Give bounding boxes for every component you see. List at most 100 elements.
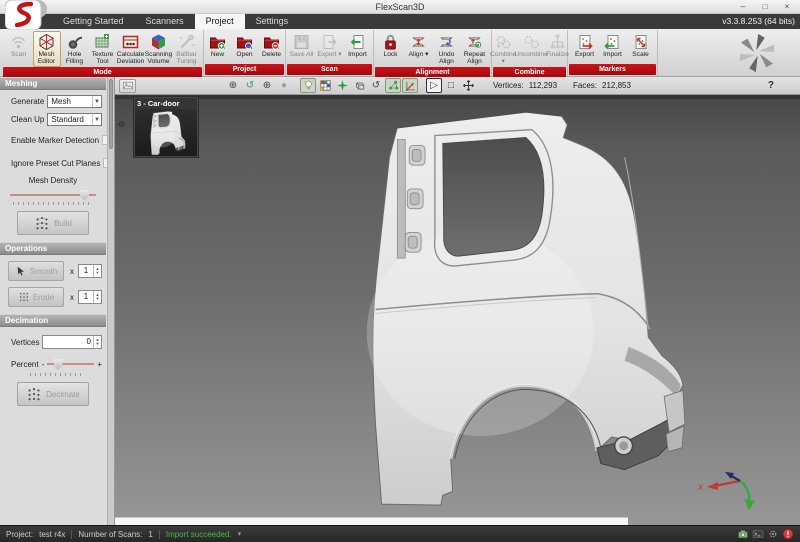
texture-tool-button[interactable]: Texture Tool [89, 31, 117, 67]
align-button[interactable]: Align ▾ [405, 31, 433, 67]
center-view-button[interactable]: ⊕ [225, 78, 241, 93]
ribbon-button-label: Delete [262, 51, 281, 58]
import-button[interactable]: Import [599, 31, 627, 64]
smooth-count-spinner[interactable]: 1▲▼ [78, 264, 102, 278]
cleanup-value: Standard [51, 115, 83, 124]
mesh-stats: Vertices: 112,293 Faces: 212,853 [493, 81, 631, 90]
tab-scanners[interactable]: Scanners [135, 14, 195, 29]
ballbar-tuning-button[interactable]: Ballbar Tuning [173, 31, 201, 67]
delete-button[interactable]: Delete [258, 31, 285, 64]
decimate-button[interactable]: Decimate [17, 382, 89, 406]
tab-settings[interactable]: Settings [245, 14, 300, 29]
repeat-align-button[interactable]: Repeat Align [461, 31, 489, 67]
combine-button[interactable]: Combine ▾ [489, 31, 517, 67]
chevron-down-icon: ▼ [92, 96, 101, 107]
viewport-3d[interactable]: -⊕ 3 - Car-door x [115, 95, 800, 525]
show-axes-button[interactable] [402, 78, 418, 93]
spinner-arrows-icon[interactable]: ▲▼ [93, 291, 101, 303]
lock-button[interactable]: Lock [377, 31, 405, 67]
show-vertices-button[interactable] [385, 78, 401, 93]
stop-button[interactable]: □ [443, 78, 459, 93]
open-button[interactable]: Open [231, 31, 258, 64]
undo-align-button[interactable]: Undo Align [433, 31, 461, 67]
play-button[interactable]: ▷ [426, 78, 442, 93]
vertices-icon [387, 79, 400, 92]
scan-thumbnail[interactable]: 3 - Car-door [133, 96, 199, 158]
finalize-button[interactable]: Finalize [545, 31, 570, 67]
tab-project[interactable]: Project [195, 14, 245, 29]
cut-planes-label: Ignore Preset Cut Planes [11, 159, 100, 168]
minimize-button[interactable]: – [732, 0, 754, 13]
hole-filling-icon [65, 33, 84, 51]
export-button[interactable]: Export [571, 31, 599, 64]
message-dropdown-icon[interactable]: ▾ [238, 530, 242, 538]
settings-gear-icon[interactable] [767, 528, 779, 540]
console-icon[interactable] [752, 528, 764, 540]
operation-label: Smooth [30, 267, 58, 276]
refresh-view-button[interactable]: ↺ [242, 78, 258, 93]
percent-handle[interactable] [54, 359, 63, 370]
repeat-align-icon [465, 33, 484, 51]
build-button[interactable]: Build [17, 211, 89, 235]
erode-count-spinner[interactable]: 1▲▼ [78, 290, 102, 304]
smooth-button[interactable]: Smooth [8, 261, 64, 281]
ribbon-button-label: Calculate Deviation [117, 51, 145, 66]
cube-icon [353, 79, 366, 92]
mesh-quality-button[interactable] [334, 78, 350, 93]
panel-scrollbar[interactable] [107, 77, 114, 525]
generate-select[interactable]: Mesh ▼ [47, 95, 102, 108]
maximize-button[interactable]: □ [754, 0, 776, 13]
rotate-view-button[interactable]: ↺ [368, 78, 384, 93]
calculate-deviation-button[interactable]: Calculate Deviation [117, 31, 145, 67]
spinner-arrows-icon[interactable]: ▲▼ [93, 265, 101, 277]
marker-scale-icon [631, 33, 650, 51]
error-icon[interactable] [782, 528, 794, 540]
scale-button[interactable]: Scale [627, 31, 655, 64]
fit-view-button[interactable]: ⊕ [259, 78, 275, 93]
help-button[interactable]: ? [768, 80, 774, 91]
mesh-density-slider[interactable] [10, 194, 96, 196]
save-all-icon [292, 33, 311, 51]
tab-getting-started[interactable]: Getting Started [52, 14, 135, 29]
percent-plus-label: + [97, 360, 102, 369]
bounding-box-button[interactable] [351, 78, 367, 93]
percent-slider[interactable] [47, 363, 94, 365]
ribbon-group-mode: ScanMesh EditorHole FillingTexture ToolC… [2, 30, 204, 76]
ribbon-button-label: Uncombine [514, 51, 547, 58]
scrollbar-thumb[interactable] [109, 79, 113, 149]
build-label: Build [54, 219, 72, 228]
toggle-thumbnails-button[interactable] [119, 79, 136, 93]
vertices-value: 0 [43, 336, 93, 348]
uncombine-button[interactable]: Uncombine [517, 31, 545, 67]
cleanup-select[interactable]: Standard ▼ [47, 113, 102, 126]
scanner-status-icon[interactable] [737, 528, 749, 540]
scan-button[interactable]: Scan [5, 31, 33, 67]
light-toggle-button[interactable] [300, 78, 316, 93]
viewport-toolbar: ⊕↺⊕●↺▷□ Vertices: 112,293 Faces: 212,853… [115, 77, 800, 95]
ribbon-group-project: NewOpenDeleteProject [204, 30, 286, 76]
pan-icon [462, 79, 475, 92]
vertices-spinner[interactable]: 0 ▲▼ [42, 335, 102, 349]
hole-filling-button[interactable]: Hole Filling [61, 31, 89, 67]
car-door-model-3d[interactable] [330, 100, 690, 515]
times-label: x [70, 293, 74, 302]
app-logo-icon [5, 0, 47, 30]
import-button[interactable]: Import [344, 31, 372, 64]
mesh-density-handle[interactable] [80, 190, 89, 201]
erode-button[interactable]: Erode [8, 287, 64, 307]
export-button[interactable]: Export ▾ [316, 31, 344, 64]
pan-button[interactable] [460, 78, 476, 93]
viewport-top-band [115, 95, 800, 99]
spinner-arrows-icon[interactable]: ▲▼ [93, 336, 101, 348]
new-button[interactable]: New [204, 31, 231, 64]
close-button[interactable]: × [776, 0, 798, 13]
locked-view-button[interactable]: ● [276, 78, 292, 93]
mesh-editor-button[interactable]: Mesh Editor [33, 31, 61, 67]
ribbon-button-label: New [211, 51, 224, 58]
generate-label: Generate [11, 97, 44, 106]
grid-toggle-button[interactable] [317, 78, 333, 93]
scan-visibility-icon[interactable]: -⊕ [116, 119, 125, 130]
save-all-button[interactable]: Save All [288, 31, 316, 64]
scanning-volume-button[interactable]: Scanning Volume [145, 31, 173, 67]
import-scan-icon [348, 33, 367, 51]
